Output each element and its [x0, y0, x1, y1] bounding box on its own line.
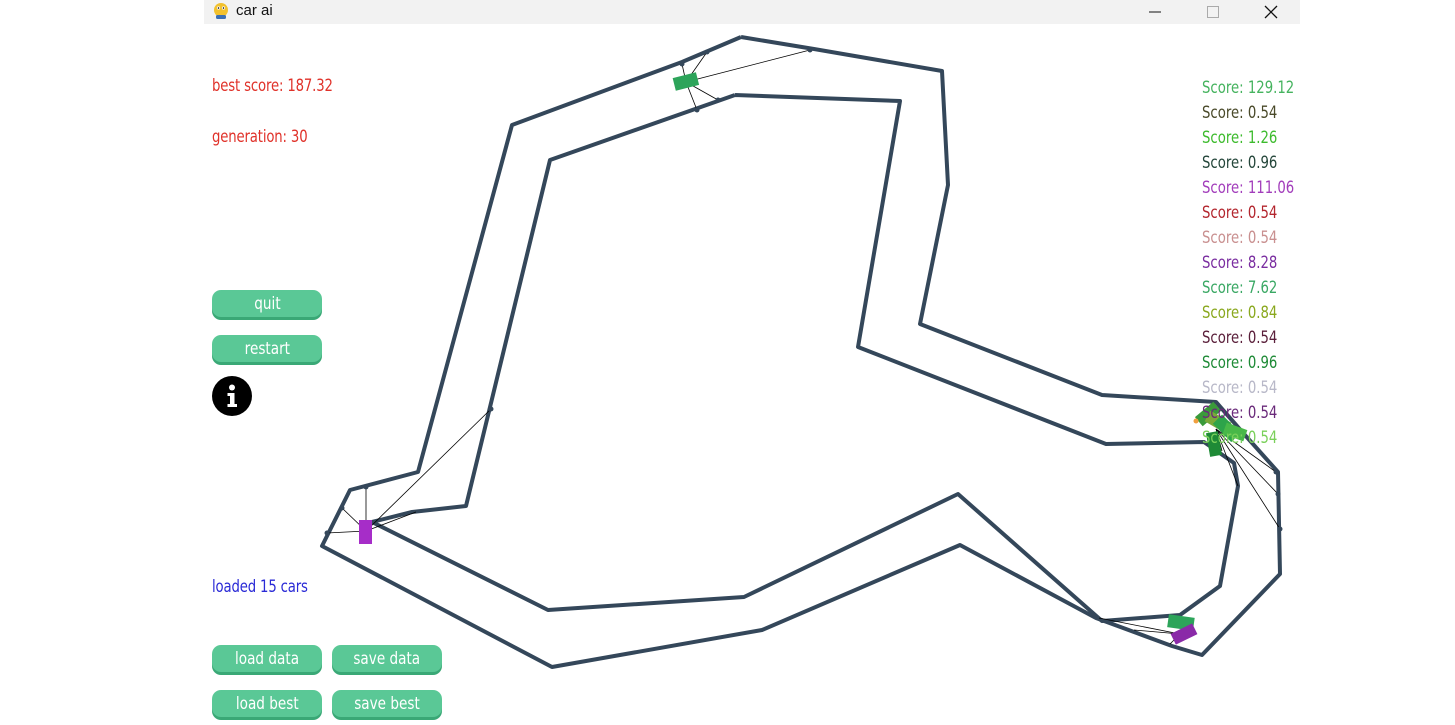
track-outer-boundary: [320, 35, 1282, 669]
score-item: Score: 7.62: [1202, 278, 1278, 298]
score-list: Score: 129.12 Score: 0.54 Score: 1.26 Sc…: [1202, 76, 1320, 451]
save-best-button-label: save best: [354, 693, 420, 714]
restart-button[interactable]: restart: [212, 335, 322, 362]
score-item: Score: 0.54: [1202, 103, 1278, 123]
best-score-label: best score: 187.32: [212, 76, 333, 96]
app-window: car ai best score: 187.32 generation: 30…: [204, 0, 1300, 725]
title-bar[interactable]: car ai: [204, 0, 1300, 24]
maximize-button[interactable]: [1184, 0, 1242, 24]
load-data-button-label: load data: [234, 648, 300, 669]
sensor-rays: [326, 49, 1281, 645]
quit-button-label: quit: [253, 293, 281, 314]
score-item: Score: 1.26: [1202, 128, 1278, 148]
window-title: car ai: [236, 2, 273, 19]
load-best-button-label: load best: [235, 693, 299, 714]
score-item: Score: 129.12: [1202, 78, 1295, 98]
score-item: Score: 8.28: [1202, 253, 1278, 273]
save-data-button-label: save data: [353, 648, 421, 669]
load-best-button[interactable]: load best: [212, 690, 322, 717]
loaded-cars-label: loaded 15 cars: [212, 577, 308, 597]
score-item: Score: 0.54: [1202, 403, 1278, 423]
minimize-button[interactable]: [1126, 0, 1184, 24]
score-item: Score: 0.96: [1202, 153, 1278, 173]
load-data-button[interactable]: load data: [212, 645, 322, 672]
python-snake-icon: [214, 3, 228, 19]
close-button[interactable]: [1242, 0, 1300, 24]
car-green-top: [672, 72, 700, 91]
restart-button-label: restart: [244, 338, 290, 359]
score-item: Score: 0.54: [1202, 428, 1278, 448]
score-item: Score: 111.06: [1202, 178, 1295, 198]
info-icon: [227, 384, 237, 407]
score-item: Score: 0.54: [1202, 328, 1278, 348]
score-item: Score: 0.54: [1202, 203, 1278, 223]
track-inner-boundary: [370, 93, 1240, 623]
info-button[interactable]: [212, 376, 252, 416]
car-purple-left: [359, 520, 372, 544]
quit-button[interactable]: quit: [212, 290, 322, 317]
maximize-icon: [1207, 6, 1219, 18]
save-best-button[interactable]: save best: [332, 690, 442, 717]
close-icon: [1264, 5, 1278, 19]
race-track: [320, 35, 1283, 669]
score-item: Score: 0.84: [1202, 303, 1278, 323]
score-item: Score: 0.96: [1202, 353, 1278, 373]
simulation-canvas: best score: 187.32 generation: 30 loaded…: [204, 24, 1300, 725]
score-item: Score: 0.54: [1202, 228, 1278, 248]
save-data-button[interactable]: save data: [332, 645, 442, 672]
minimize-icon: [1149, 11, 1161, 13]
score-item: Score: 0.54: [1202, 378, 1278, 398]
generation-label: generation: 30: [212, 127, 308, 147]
